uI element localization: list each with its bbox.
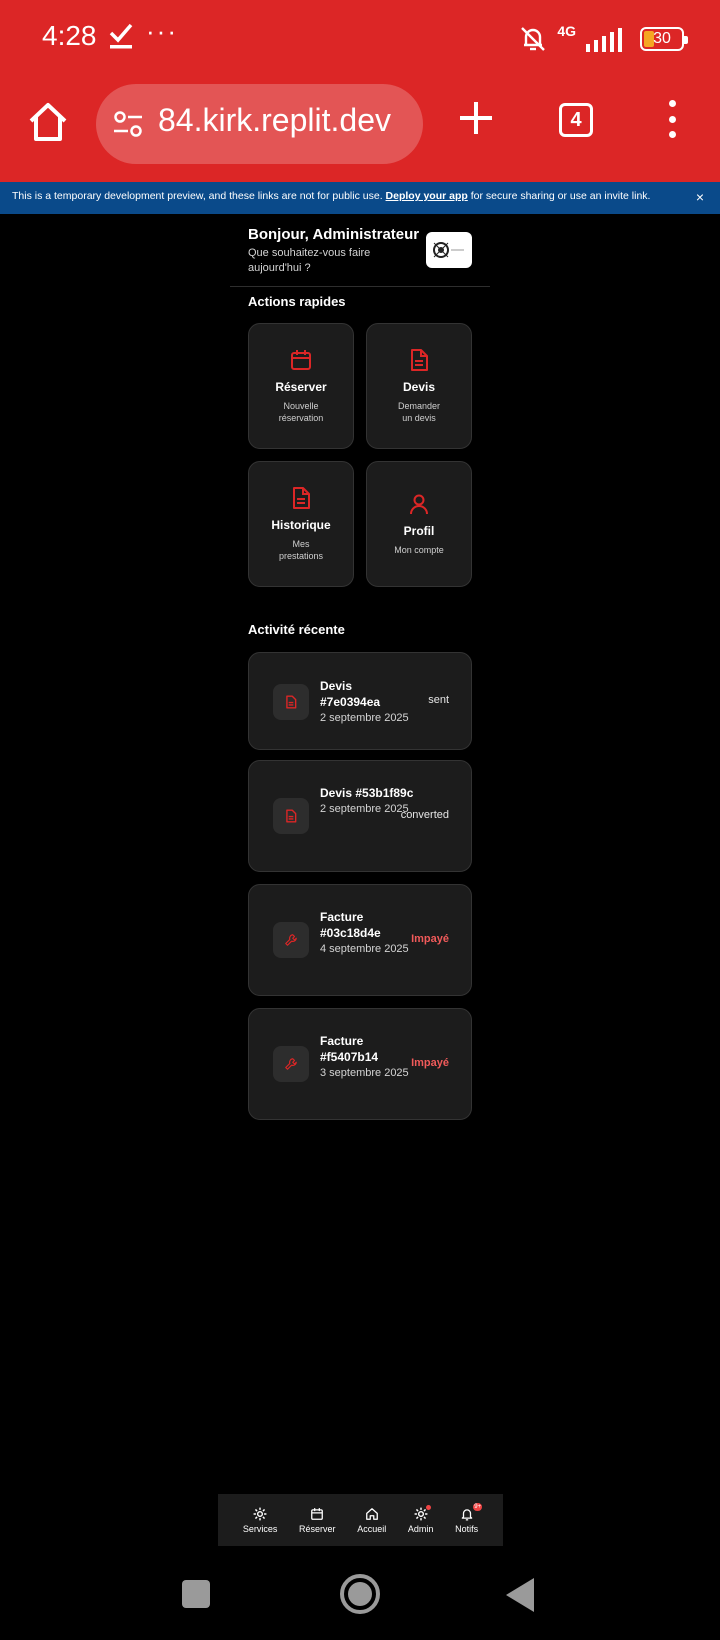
menu-icon[interactable]: [661, 100, 683, 138]
status-badge: sent: [428, 694, 449, 706]
action-label: Devis: [402, 380, 436, 394]
browser-toolbar: 84.kirk.replit.dev 4: [0, 78, 720, 182]
nav-reserver[interactable]: Réserver: [299, 1507, 336, 1534]
activity-title: Devis #53b1f89c: [320, 786, 414, 800]
document-icon: [286, 809, 297, 823]
wrench-icon: [285, 1058, 297, 1070]
status-time: 4:28: [42, 20, 97, 51]
activity-icon-box: [273, 1046, 309, 1082]
status-badge: converted: [400, 809, 449, 821]
activity-item[interactable]: Facture #03c18d4e 4 septembre 2025 Impay…: [248, 884, 472, 996]
battery-level: 30: [653, 30, 671, 47]
home-icon: [365, 1507, 378, 1520]
activity-item[interactable]: Devis #53b1f89c 2 septembre 2025 convert…: [248, 760, 472, 872]
close-icon[interactable]: ×: [696, 189, 704, 205]
calendar-icon: [311, 1507, 324, 1520]
activity-icon-box: [273, 798, 309, 834]
banner-text-after: for secure sharing or use an invite link…: [470, 190, 651, 202]
activity-item[interactable]: Devis #7e0394ea 2 septembre 2025 sent: [248, 652, 472, 750]
app-content: Bonjour, Administrateur Que souhaitez-vo…: [230, 214, 490, 1120]
action-sub: Mon compte: [394, 545, 444, 555]
nav-services[interactable]: Services: [242, 1507, 278, 1534]
action-profil[interactable]: Profil Mon compte: [366, 461, 472, 587]
wrench-icon: [285, 934, 297, 946]
back-button[interactable]: [506, 1578, 534, 1612]
plus-icon[interactable]: [458, 100, 494, 136]
action-label: Réserver: [275, 380, 327, 394]
address-bar[interactable]: 84.kirk.replit.dev: [96, 84, 423, 164]
nav-accueil[interactable]: Accueil: [357, 1507, 386, 1534]
document-icon: [411, 349, 428, 371]
tune-icon[interactable]: [112, 108, 144, 140]
action-sub: Demander un devis: [397, 401, 441, 423]
banner-text: This is a temporary development preview,…: [12, 190, 383, 202]
nav-label: Accueil: [357, 1523, 387, 1534]
nav-admin[interactable]: Admin: [407, 1504, 434, 1534]
url-text: 84.kirk.replit.dev: [158, 102, 391, 138]
network-label: 4G: [557, 23, 576, 39]
preview-banner: This is a temporary development preview,…: [0, 182, 720, 214]
gear-icon: [253, 1507, 267, 1520]
recent-activity-title: Activité récente: [248, 622, 345, 637]
status-bar: 4:28 ··· 4G 30: [0, 0, 720, 78]
action-devis[interactable]: Devis Demander un devis: [366, 323, 472, 449]
action-sub: Mes prestations: [278, 539, 324, 561]
recents-button[interactable]: [182, 1580, 210, 1608]
nav-label: Réserver: [299, 1523, 336, 1534]
activity-text: Facture #03c18d4e 4 septembre 2025: [320, 909, 415, 956]
activity-icon-box: [273, 684, 309, 720]
calendar-icon: [291, 350, 311, 370]
system-home-button[interactable]: [340, 1574, 380, 1614]
status-badge: Impayé: [411, 1057, 449, 1069]
battery-icon: 30: [640, 27, 688, 51]
notif-badge: 9+: [473, 1502, 483, 1511]
nav-label: Notifs: [455, 1523, 479, 1534]
nav-notifs[interactable]: 9+ Notifs: [455, 1502, 483, 1534]
nav-label: Services: [242, 1523, 278, 1534]
greeting-subtitle: Que souhaitez-vous faire aujourd'hui ?: [248, 247, 371, 274]
status-badge: Impayé: [411, 933, 449, 945]
document-icon: [293, 487, 310, 509]
activity-text: Facture #f5407b14 3 septembre 2025: [320, 1033, 415, 1080]
greeting: Bonjour, Administrateur: [248, 226, 420, 243]
activity-title: Devis #7e0394ea: [320, 679, 381, 709]
action-label: Profil: [403, 524, 435, 538]
logo: [426, 232, 472, 268]
mute-bell-icon: [521, 27, 546, 51]
more-dots-icon: ···: [146, 16, 178, 46]
activity-date: 2 septembre 2025: [320, 712, 409, 724]
action-sub: Nouvelle réservation: [278, 401, 324, 423]
bottom-nav: Services Réserver Accueil Admin 9+ Notif…: [218, 1494, 503, 1546]
activity-text: Devis #7e0394ea 2 septembre 2025: [320, 678, 415, 725]
action-historique[interactable]: Historique Mes prestations: [248, 461, 354, 587]
home-icon[interactable]: [26, 100, 70, 144]
nav-label: Admin: [407, 1523, 434, 1534]
user-icon: [410, 494, 428, 515]
logo-mark: [433, 242, 464, 258]
action-reserver[interactable]: Réserver Nouvelle réservation: [248, 323, 354, 449]
activity-item[interactable]: Facture #f5407b14 3 septembre 2025 Impay…: [248, 1008, 472, 1120]
tab-count: 4: [570, 108, 582, 131]
tabs-icon[interactable]: 4: [559, 103, 593, 137]
deploy-link[interactable]: Deploy your app: [386, 190, 468, 202]
activity-icon-box: [273, 922, 309, 958]
activity-date: 4 septembre 2025: [320, 943, 409, 955]
signal-icon: [586, 28, 622, 52]
status-indicators: 4G 30: [519, 22, 688, 56]
app-header: Bonjour, Administrateur Que souhaitez-vo…: [230, 214, 490, 287]
bell-icon: [461, 1508, 472, 1520]
document-icon: [286, 695, 297, 709]
activity-title: Facture #03c18d4e: [320, 910, 381, 940]
activity-date: 3 septembre 2025: [320, 1067, 409, 1079]
check-icon: [109, 23, 133, 49]
activity-title: Facture #f5407b14: [320, 1034, 379, 1064]
quick-actions-title: Actions rapides: [248, 294, 346, 309]
nav-alert-dot: [426, 1504, 432, 1510]
action-label: Historique: [271, 518, 331, 532]
